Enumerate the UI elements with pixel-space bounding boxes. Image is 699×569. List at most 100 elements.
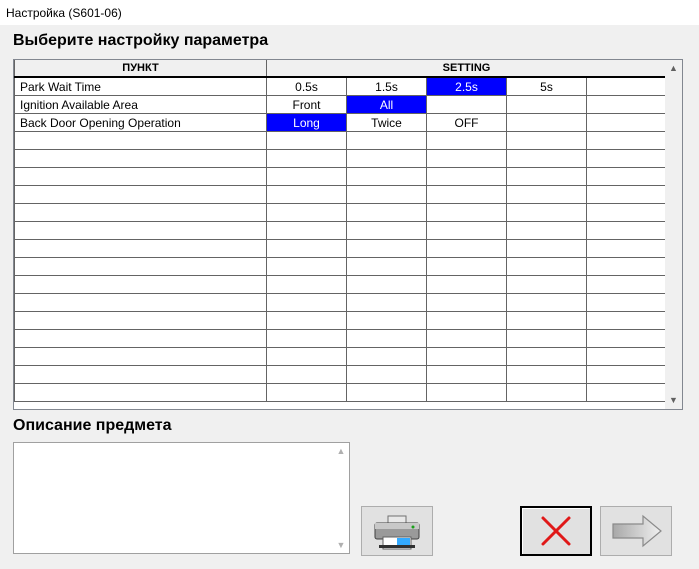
empty-cell[interactable] [266,383,347,402]
empty-cell[interactable] [346,347,427,366]
empty-cell[interactable] [14,329,267,348]
table-row[interactable] [14,131,667,150]
empty-cell[interactable] [506,293,587,312]
print-button[interactable] [361,506,433,556]
row-item-label[interactable]: Ignition Available Area [14,95,267,114]
empty-cell[interactable] [266,275,347,294]
setting-option-cell[interactable]: 5s [506,76,587,96]
table-row[interactable] [14,365,667,384]
next-button[interactable] [600,506,672,556]
empty-cell[interactable] [586,275,667,294]
setting-option-cell[interactable] [506,113,587,132]
description-textarea[interactable]: ▲ ▼ [13,442,350,554]
empty-cell[interactable] [586,347,667,366]
empty-cell[interactable] [506,167,587,186]
empty-cell[interactable] [14,383,267,402]
empty-cell[interactable] [266,167,347,186]
empty-cell[interactable] [266,347,347,366]
setting-option-cell[interactable] [586,76,667,96]
empty-cell[interactable] [506,221,587,240]
empty-cell[interactable] [426,275,507,294]
empty-cell[interactable] [426,365,507,384]
table-row[interactable]: Park Wait Time 0.5s 1.5s 2.5s 5s [14,76,667,96]
empty-cell[interactable] [586,365,667,384]
row-item-label[interactable]: Back Door Opening Operation [14,113,267,132]
empty-cell[interactable] [506,275,587,294]
empty-cell[interactable] [14,257,267,276]
scroll-up-icon[interactable]: ▲ [665,60,682,77]
setting-option-cell[interactable] [426,95,507,114]
empty-cell[interactable] [266,131,347,150]
empty-cell[interactable] [266,185,347,204]
empty-cell[interactable] [426,167,507,186]
empty-cell[interactable] [346,131,427,150]
empty-cell[interactable] [426,239,507,258]
empty-cell[interactable] [586,257,667,276]
setting-option-cell[interactable] [586,95,667,114]
setting-option-cell[interactable]: 0.5s [266,76,347,96]
empty-cell[interactable] [14,203,267,222]
empty-cell[interactable] [346,329,427,348]
empty-cell[interactable] [426,311,507,330]
scroll-down-icon[interactable]: ▼ [665,392,682,409]
setting-option-cell[interactable]: 2.5s [426,76,507,96]
table-row[interactable] [14,185,667,204]
empty-cell[interactable] [586,293,667,312]
empty-cell[interactable] [586,221,667,240]
table-row[interactable] [14,311,667,330]
empty-cell[interactable] [586,203,667,222]
empty-cell[interactable] [506,185,587,204]
empty-cell[interactable] [346,167,427,186]
empty-cell[interactable] [586,131,667,150]
empty-cell[interactable] [346,239,427,258]
empty-cell[interactable] [586,185,667,204]
empty-cell[interactable] [266,365,347,384]
empty-cell[interactable] [266,203,347,222]
empty-cell[interactable] [14,185,267,204]
empty-cell[interactable] [586,149,667,168]
empty-cell[interactable] [426,257,507,276]
column-header-item[interactable]: ПУНКТ [14,60,267,78]
empty-cell[interactable] [14,167,267,186]
empty-cell[interactable] [266,257,347,276]
empty-cell[interactable] [266,221,347,240]
empty-cell[interactable] [586,239,667,258]
table-row[interactable]: Ignition Available Area Front All [14,95,667,114]
table-row[interactable]: Back Door Opening Operation Long Twice OFF [14,113,667,132]
empty-cell[interactable] [506,203,587,222]
setting-option-cell[interactable]: All [346,95,427,114]
empty-cell[interactable] [266,293,347,312]
setting-option-cell[interactable] [586,113,667,132]
empty-cell[interactable] [346,185,427,204]
description-scrollbar[interactable]: ▲ ▼ [333,443,349,553]
setting-option-cell[interactable]: Twice [346,113,427,132]
empty-cell[interactable] [14,311,267,330]
table-row[interactable] [14,383,667,402]
empty-cell[interactable] [506,347,587,366]
empty-cell[interactable] [426,149,507,168]
cancel-button[interactable] [520,506,592,556]
settings-grid[interactable]: ПУНКТ SETTING Park Wait Time 0.5s 1.5s 2.5s… [13,59,683,410]
empty-cell[interactable] [266,239,347,258]
empty-cell[interactable] [346,257,427,276]
empty-cell[interactable] [346,275,427,294]
setting-option-cell[interactable]: OFF [426,113,507,132]
empty-cell[interactable] [506,257,587,276]
table-row[interactable] [14,257,667,276]
empty-cell[interactable] [586,329,667,348]
empty-cell[interactable] [506,365,587,384]
scroll-down-icon[interactable]: ▼ [333,537,349,553]
grid-vertical-scrollbar[interactable]: ▲ ▼ [665,60,682,409]
empty-cell[interactable] [506,329,587,348]
table-row[interactable] [14,293,667,312]
empty-cell[interactable] [346,365,427,384]
empty-cell[interactable] [346,293,427,312]
empty-cell[interactable] [14,221,267,240]
empty-cell[interactable] [506,311,587,330]
empty-cell[interactable] [426,293,507,312]
empty-cell[interactable] [426,185,507,204]
table-row[interactable] [14,239,667,258]
empty-cell[interactable] [506,239,587,258]
empty-cell[interactable] [14,275,267,294]
empty-cell[interactable] [14,131,267,150]
